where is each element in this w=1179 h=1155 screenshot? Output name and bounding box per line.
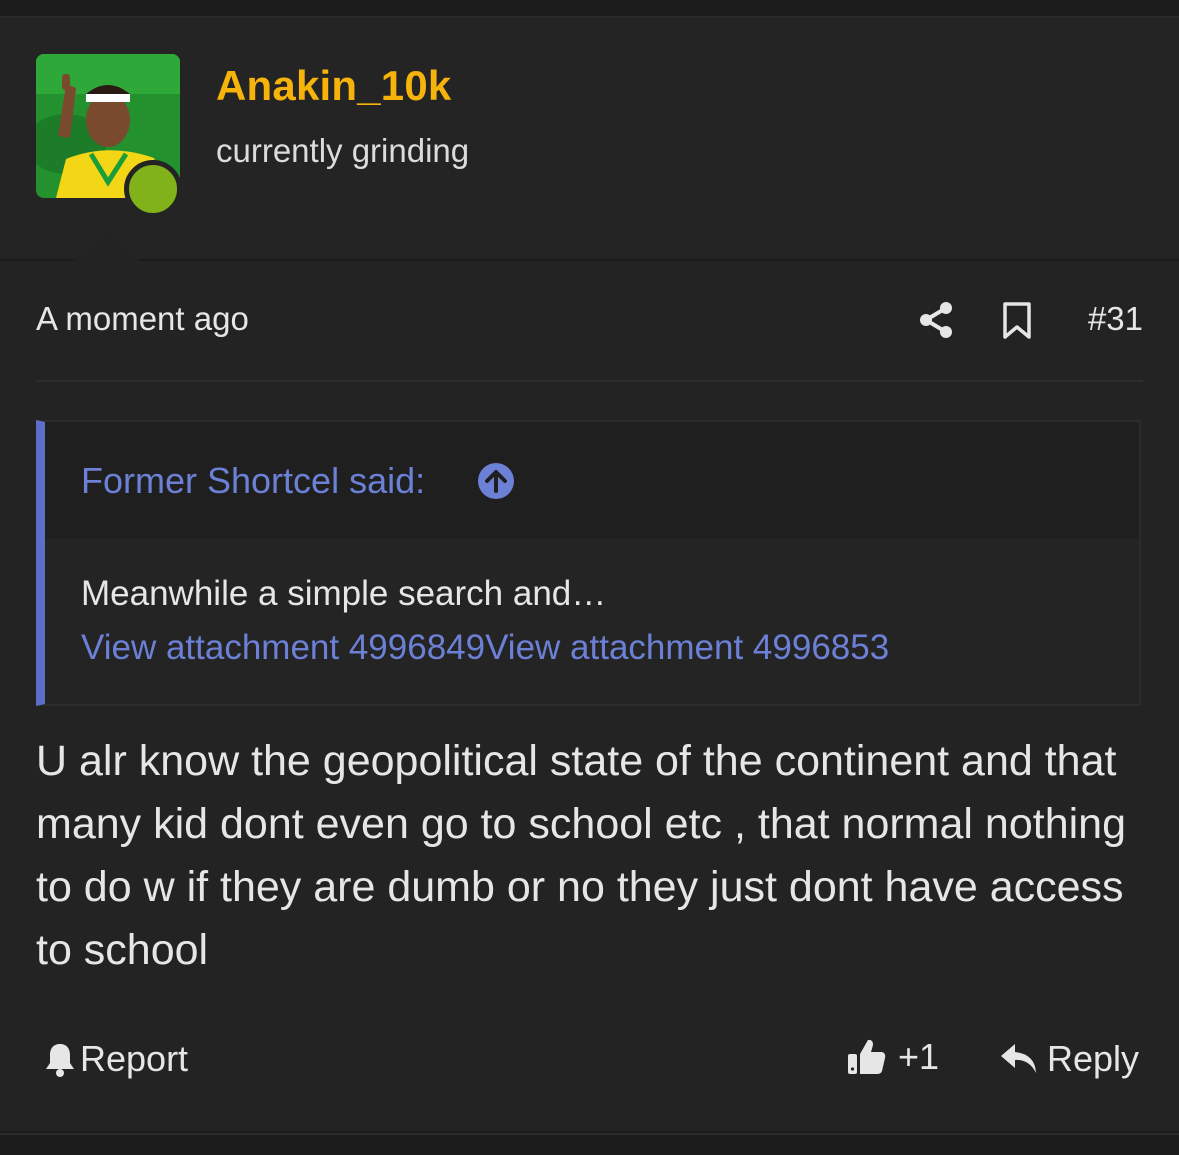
bottom-divider [0, 1133, 1179, 1135]
bell-icon [46, 1044, 74, 1077]
attachment-link[interactable]: View attachment 4996853 [485, 628, 889, 667]
post: Anakin_10k currently grinding A moment a… [0, 18, 1179, 1131]
go-to-quote-icon[interactable] [477, 462, 515, 500]
attachment-link[interactable]: View attachment 4996849 [81, 628, 485, 667]
report-label: Report [80, 1038, 189, 1079]
like-button[interactable]: +1 [846, 1036, 939, 1078]
post-timestamp[interactable]: A moment ago [36, 300, 249, 338]
like-count: +1 [898, 1036, 940, 1077]
post-number[interactable]: #31 [1088, 300, 1143, 338]
post-body: U alr know the geopolitical state of the… [36, 737, 1126, 974]
quote-text: Meanwhile a simple search and… [81, 574, 607, 613]
quote-header: Former Shortcel said: [45, 422, 1139, 538]
report-button[interactable]: Report [44, 1038, 188, 1080]
user-title: currently grinding [216, 132, 470, 169]
online-status-indicator [124, 160, 182, 218]
quote-author[interactable]: Former Shortcel said: [81, 460, 425, 502]
quote-attachments: View attachment 4996849View attachment 4… [81, 628, 889, 668]
quote-block: Former Shortcel said: Meanwhile a simple… [36, 420, 1141, 706]
thumbs-up-icon [848, 1039, 886, 1074]
message-arrow [72, 228, 140, 262]
reply-button[interactable]: Reply [999, 1038, 1139, 1080]
top-strip [0, 0, 1179, 18]
reply-icon [1000, 1044, 1036, 1073]
meta-divider [36, 380, 1143, 382]
bookmark-icon[interactable] [1002, 302, 1032, 340]
reply-label: Reply [1046, 1038, 1139, 1079]
post-meta: A moment ago #31 [36, 300, 1143, 344]
username[interactable]: Anakin_10k [216, 62, 451, 110]
post-actions: Report +1 Reply [36, 1032, 1143, 1088]
user-area: Anakin_10k currently grinding [0, 18, 1179, 262]
share-icon[interactable] [918, 300, 954, 340]
